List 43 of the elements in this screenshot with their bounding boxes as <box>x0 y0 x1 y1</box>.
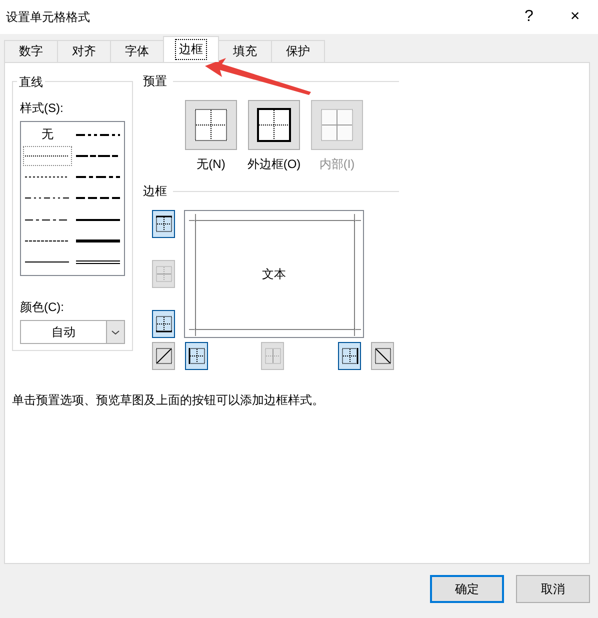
border-toggle-button[interactable] <box>152 310 175 338</box>
outline-border-icon <box>257 108 291 142</box>
line-style-option[interactable]: 无 <box>22 124 72 146</box>
line-style-sample <box>76 258 120 266</box>
ok-button[interactable]: 确定 <box>430 575 504 603</box>
cancel-button[interactable]: 取消 <box>516 575 590 603</box>
diagonal-down-border-icon <box>374 347 392 365</box>
hint-text: 单击预置选项、预览草图及上面的按钮可以添加边框样式。 <box>12 392 325 409</box>
tab[interactable]: 边框 <box>163 36 219 62</box>
preset-button[interactable] <box>185 100 237 150</box>
inside-border-icon <box>320 108 354 142</box>
color-dropdown[interactable]: 自动 <box>20 320 125 344</box>
preset-label: 无(N) <box>196 156 226 173</box>
tab[interactable]: 保护 <box>271 40 325 62</box>
border-toggle-button[interactable] <box>371 342 394 370</box>
chevron-down-icon <box>106 321 124 343</box>
left-border-icon <box>188 347 206 365</box>
preset-button[interactable] <box>248 100 300 150</box>
bottom-border-icon <box>154 315 172 333</box>
window-title: 设置单元格格式 <box>6 8 91 26</box>
horizontal-border-icon <box>154 265 172 283</box>
color-label: 颜色(C): <box>20 299 65 316</box>
preset-label: 外边框(O) <box>247 156 301 173</box>
section-title: 预置 <box>143 73 167 90</box>
vertical-border-icon <box>264 347 282 365</box>
style-label: 样式(S): <box>20 100 64 117</box>
close-button[interactable]: × <box>552 2 598 32</box>
tab[interactable]: 数字 <box>4 40 58 62</box>
top-border-icon <box>154 215 172 233</box>
preset-label: 内部(I) <box>319 156 355 173</box>
border-toggle-button[interactable] <box>185 342 208 370</box>
right-border-icon <box>340 347 358 365</box>
border-toggle-button[interactable] <box>152 342 175 370</box>
no-border-icon <box>194 108 228 142</box>
line-style-sample <box>76 237 120 246</box>
section-title: 边框 <box>143 183 167 200</box>
border-preview[interactable]: 文本 <box>184 210 364 338</box>
help-button[interactable]: ? <box>506 2 552 32</box>
preview-text: 文本 <box>262 266 286 282</box>
diagonal-up-border-icon <box>154 347 172 365</box>
none-style-label: 无 <box>41 126 54 144</box>
border-toggle-button[interactable] <box>152 210 175 238</box>
border-toggle-button[interactable] <box>338 342 361 370</box>
